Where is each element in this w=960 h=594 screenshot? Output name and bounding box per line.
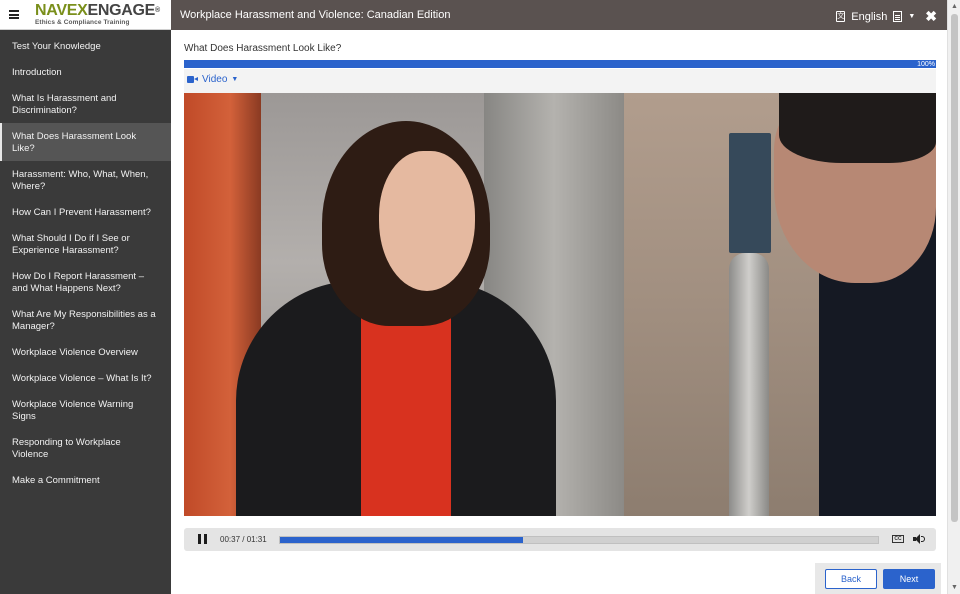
logo-tagline: Ethics & Compliance Training	[35, 19, 130, 26]
video-scene-woman-face	[379, 151, 475, 291]
menu-icon[interactable]	[9, 10, 19, 19]
sidebar-item-responding-to-violence[interactable]: Responding to Workplace Violence	[0, 429, 171, 467]
course-title: Workplace Harassment and Violence: Canad…	[180, 9, 451, 21]
sidebar-item-violence-warning-signs[interactable]: Workplace Violence Warning Signs	[0, 391, 171, 429]
sidebar-item-make-a-commitment[interactable]: Make a Commitment	[0, 467, 171, 493]
logo: NAVEXENGAGE® Ethics & Compliance Trainin…	[35, 2, 160, 27]
progress-percent: 100%	[917, 61, 935, 68]
video-seek-played	[280, 537, 524, 543]
scrollbar-thumb[interactable]	[951, 14, 958, 522]
sidebar-item-harassment-who-what[interactable]: Harassment: Who, What, When, Where?	[0, 161, 171, 199]
sidebar-nav: Test Your Knowledge Introduction What Is…	[0, 30, 171, 493]
language-selector[interactable]: English	[851, 11, 887, 23]
next-button[interactable]: Next	[883, 569, 935, 589]
chevron-down-icon[interactable]: ▼	[908, 13, 915, 20]
video-frame[interactable]	[184, 93, 936, 516]
video-seek-bar[interactable]	[279, 536, 879, 544]
sidebar-item-what-is-harassment[interactable]: What Is Harassment and Discrimination?	[0, 85, 171, 123]
video-tab-label: Video	[202, 74, 228, 85]
close-icon[interactable]: ✖	[925, 8, 937, 25]
video-camera-icon	[187, 76, 198, 83]
video-scene-man-hair	[779, 93, 936, 163]
volume-icon[interactable]	[913, 534, 925, 544]
lesson-progress-fill	[184, 60, 936, 68]
logo-wordmark: NAVEXENGAGE®	[35, 2, 160, 19]
video-scene-sign	[729, 133, 771, 253]
back-button[interactable]: Back	[825, 569, 877, 589]
sidebar-item-what-does-harassment-look-like[interactable]: What Does Harassment Look Like?	[0, 123, 171, 161]
sidebar-item-violence-what-is-it[interactable]: Workplace Violence – What Is It?	[0, 365, 171, 391]
sidebar-item-manager-responsibilities[interactable]: What Are My Responsibilities as a Manage…	[0, 301, 171, 339]
sidebar-item-violence-overview[interactable]: Workplace Violence Overview	[0, 339, 171, 365]
chevron-down-icon: ▼	[231, 76, 239, 83]
sidebar-item-introduction[interactable]: Introduction	[0, 59, 171, 85]
sidebar-item-prevent-harassment[interactable]: How Can I Prevent Harassment?	[0, 199, 171, 225]
video-time: 00:37 / 01:31	[220, 535, 267, 544]
main-content: What Does Harassment Look Like? 100% Vid…	[171, 30, 947, 594]
video-scene-steel-column	[729, 253, 769, 516]
sidebar-header: NAVEXENGAGE® Ethics & Compliance Trainin…	[0, 0, 171, 30]
media-toolbar: Video ▼	[184, 69, 936, 93]
sidebar-item-test-your-knowledge[interactable]: Test Your Knowledge	[0, 33, 171, 59]
language-icon[interactable]: 文	[836, 11, 846, 22]
pause-icon[interactable]	[198, 534, 207, 544]
top-bar: Workplace Harassment and Violence: Canad…	[171, 0, 947, 30]
video-controls: 00:37 / 01:31 CC	[184, 528, 936, 551]
closed-captions-icon[interactable]: CC	[892, 535, 904, 543]
sidebar-item-report-harassment[interactable]: How Do I Report Harassment – and What Ha…	[0, 263, 171, 301]
video-dropdown[interactable]: Video ▼	[187, 74, 238, 85]
scroll-up-icon[interactable]: ▲	[951, 3, 958, 10]
page-scrollbar[interactable]: ▲ ▼	[947, 0, 960, 594]
page-title: What Does Harassment Look Like?	[184, 43, 342, 54]
scroll-down-icon[interactable]: ▼	[951, 584, 958, 591]
lesson-progress-bar: 100%	[184, 60, 936, 68]
top-bar-actions: 文 English ▼ ✖	[836, 8, 937, 25]
sidebar: NAVEXENGAGE® Ethics & Compliance Trainin…	[0, 0, 171, 594]
page-navigation: Back Next	[815, 563, 941, 594]
sidebar-item-see-or-experience[interactable]: What Should I Do if I See or Experience …	[0, 225, 171, 263]
document-icon[interactable]	[893, 11, 903, 22]
